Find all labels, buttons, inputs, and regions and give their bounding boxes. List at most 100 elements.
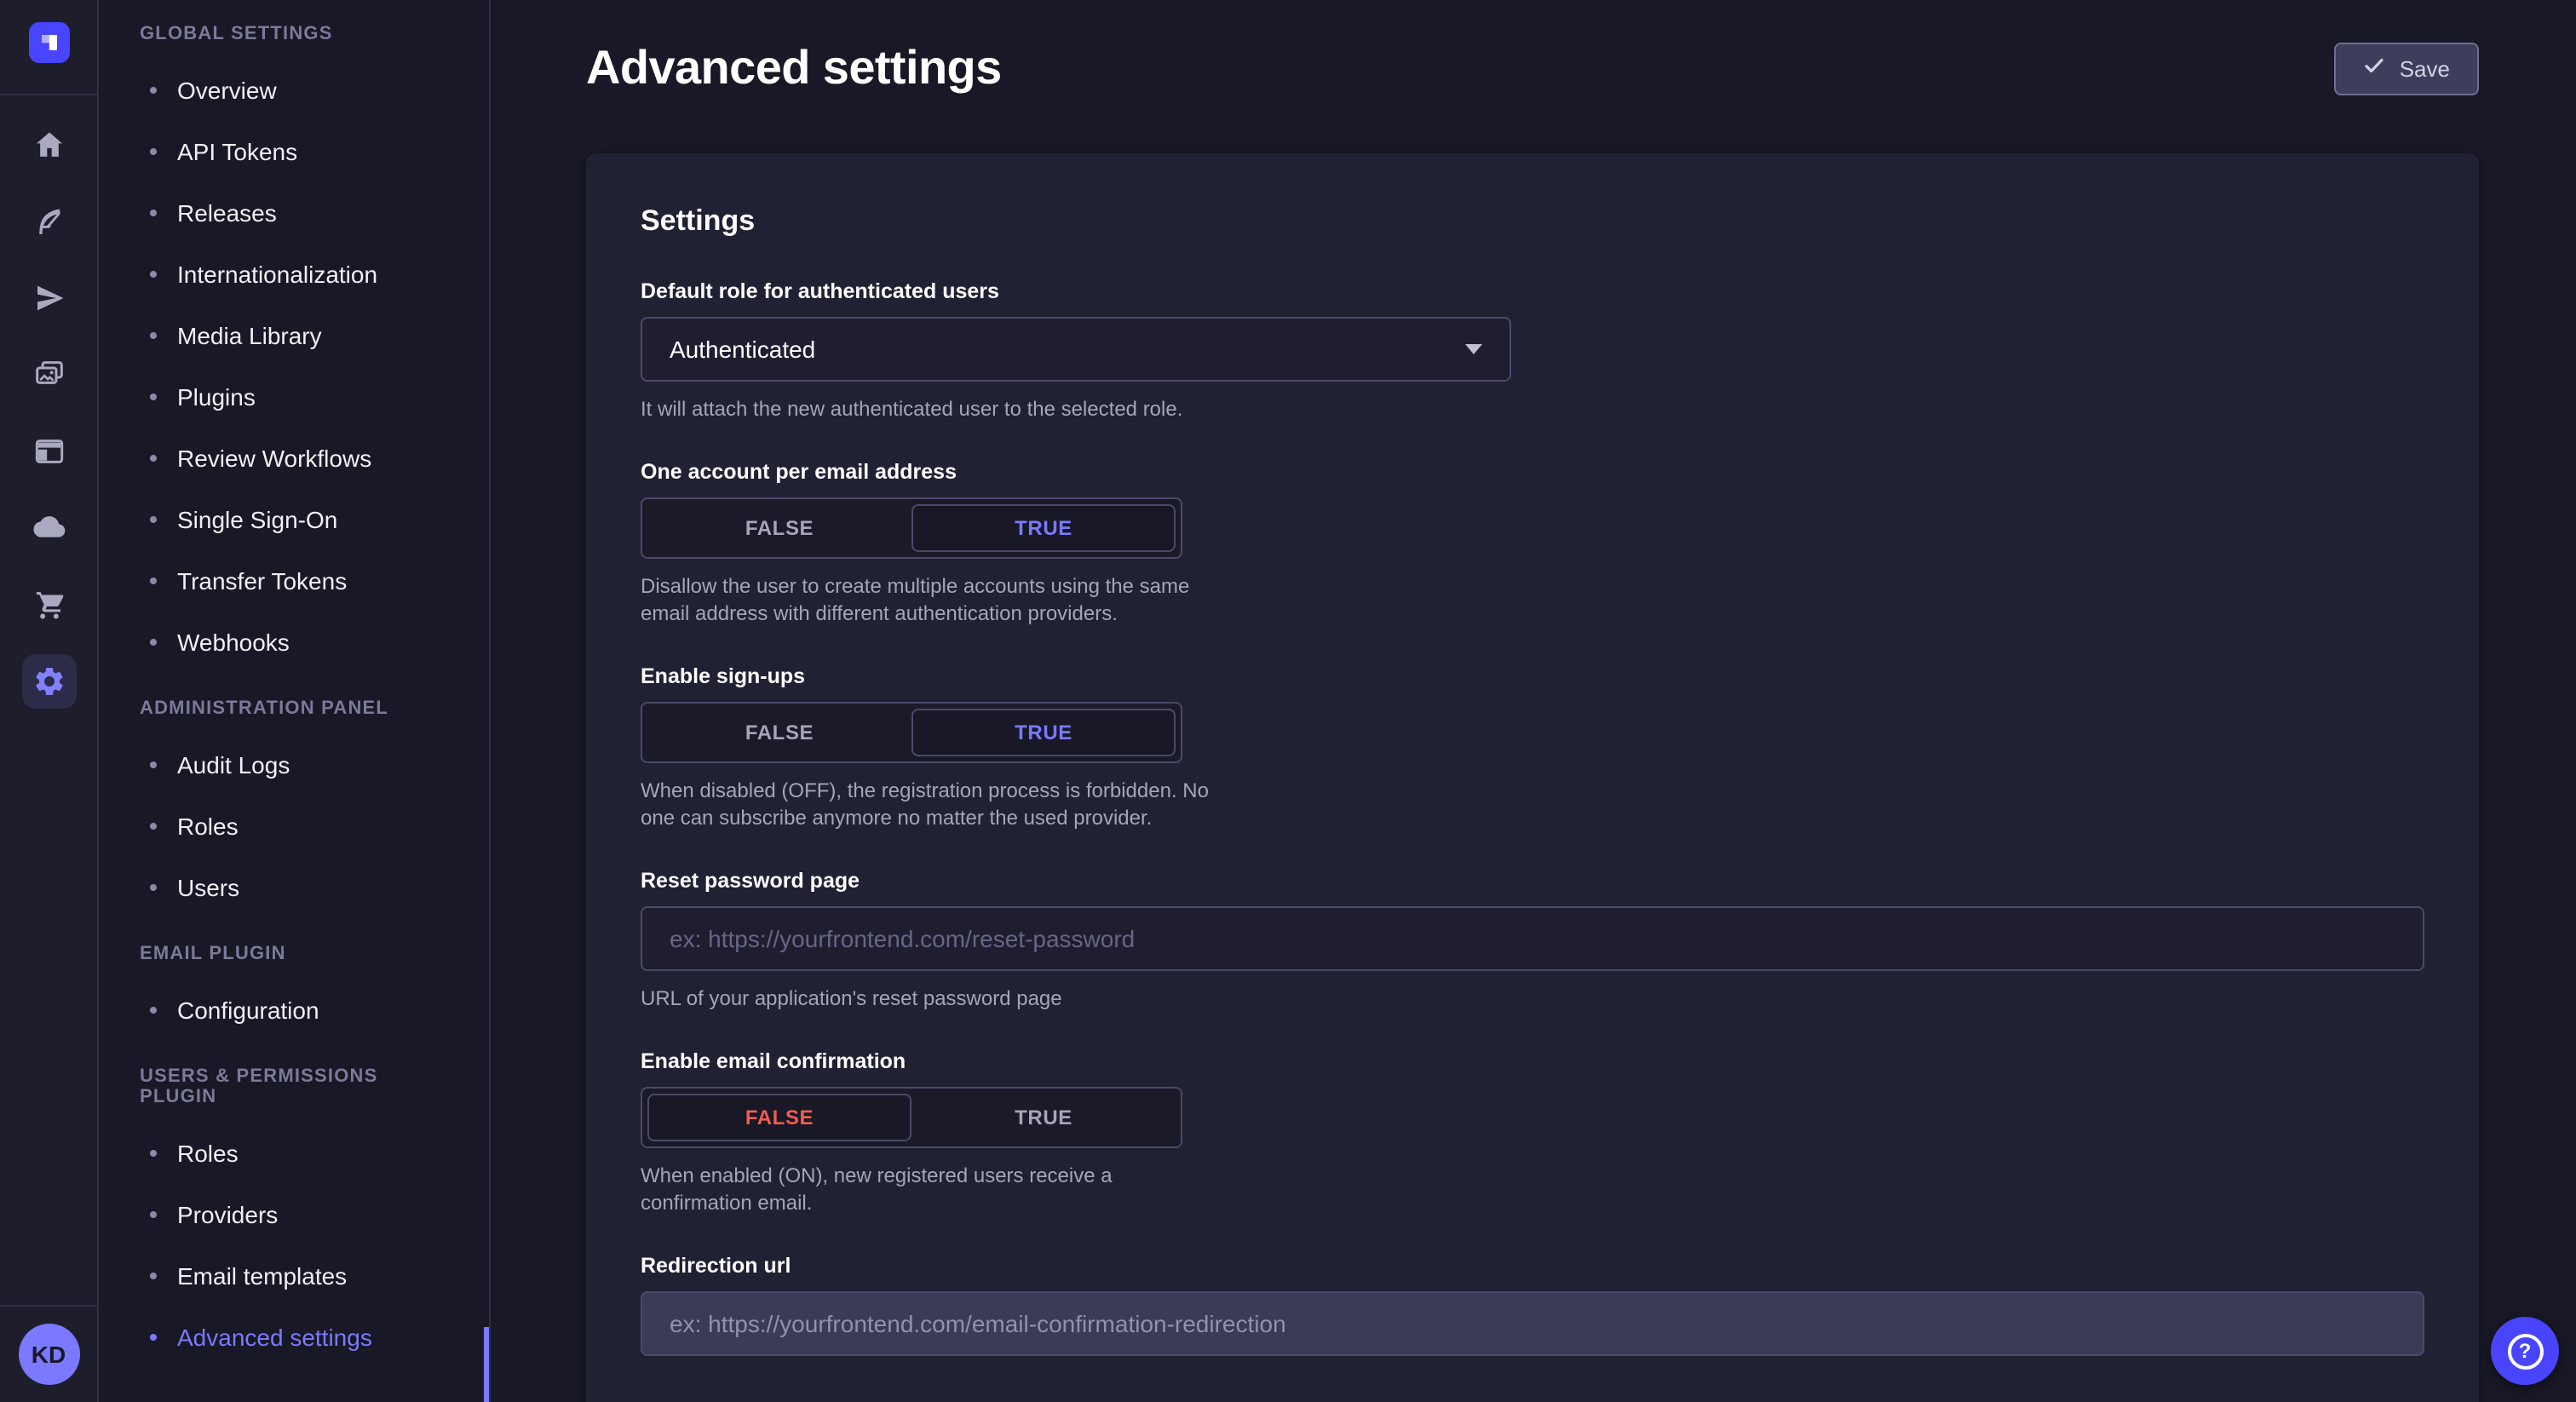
email-confirmation-toggle[interactable]: FALSE TRUE (641, 1087, 1182, 1148)
bullet-icon (150, 1334, 157, 1341)
page-title: Advanced settings (586, 41, 1002, 95)
reset-password-page-input[interactable] (641, 906, 2424, 971)
sidebar-item-label: Internationalization (177, 261, 377, 288)
save-button[interactable]: Save (2335, 42, 2479, 95)
sidebar-item-releases[interactable]: Releases (99, 182, 489, 244)
marketplace-icon[interactable] (21, 577, 76, 632)
sidebar-item-transfer-tokens[interactable]: Transfer Tokens (99, 550, 489, 612)
redirection-url-input[interactable] (641, 1291, 2424, 1356)
sidebar-item-advanced-settings[interactable]: Advanced settings (99, 1307, 489, 1368)
field-enable-signups: Enable sign-ups FALSE TRUE When disabled… (641, 664, 2424, 831)
toggle-false-option[interactable]: FALSE (647, 709, 911, 756)
sidebar-item-audit-logs[interactable]: Audit Logs (99, 734, 489, 796)
content-manager-icon[interactable] (21, 424, 76, 479)
bullet-icon (150, 761, 157, 768)
bullet-icon (150, 1273, 157, 1279)
bullet-icon (150, 1211, 157, 1218)
toggle-true-option[interactable]: TRUE (911, 1094, 1176, 1141)
main-content: Advanced settings Save Settings Default … (491, 0, 2576, 1402)
sidebar-item-email-templates[interactable]: Email templates (99, 1245, 489, 1307)
bullet-icon (150, 455, 157, 462)
default-role-select[interactable]: Authenticated (641, 317, 1511, 382)
home-icon[interactable] (21, 118, 76, 172)
bullet-icon (150, 516, 157, 523)
sidebar-item-up-roles[interactable]: Roles (99, 1123, 489, 1184)
sidebar-item-single-sign-on[interactable]: Single Sign-On (99, 489, 489, 550)
bullet-icon (150, 148, 157, 155)
field-redirection-url: Redirection url (641, 1254, 2424, 1356)
bullet-icon (150, 332, 157, 339)
sidebar-item-label: Roles (177, 813, 239, 840)
sidebar-item-label: Configuration (177, 997, 319, 1024)
rail-footer: KD (0, 1305, 97, 1402)
bullet-icon (150, 577, 157, 584)
send-icon[interactable] (21, 271, 76, 325)
sidebar-item-label: Email templates (177, 1262, 347, 1290)
field-default-role: Default role for authenticated users Aut… (641, 279, 2424, 422)
bullet-icon (150, 394, 157, 400)
feather-icon[interactable] (21, 194, 76, 249)
toggle-true-option[interactable]: TRUE (911, 504, 1176, 552)
field-hint: When enabled (ON), new registered users … (641, 1162, 1210, 1216)
sidebar-item-admin-roles[interactable]: Roles (99, 796, 489, 857)
strapi-logo-icon (28, 22, 69, 72)
field-one-account: One account per email address FALSE TRUE… (641, 460, 2424, 627)
sidebar-item-email-configuration[interactable]: Configuration (99, 980, 489, 1041)
cloud-icon[interactable] (21, 501, 76, 555)
sidebar-item-webhooks[interactable]: Webhooks (99, 612, 489, 673)
sidebar-item-media-library[interactable]: Media Library (99, 305, 489, 366)
sidebar-item-label: Overview (177, 77, 277, 104)
check-icon (2364, 55, 2386, 82)
sidebar-item-review-workflows[interactable]: Review Workflows (99, 428, 489, 489)
field-hint: Disallow the user to create multiple acc… (641, 572, 1210, 627)
nav-section-heading: USERS & PERMISSIONS PLUGIN (99, 1066, 489, 1107)
workspace-logo-button[interactable] (0, 0, 97, 95)
field-label: Default role for authenticated users (641, 279, 2424, 303)
field-label: Enable sign-ups (641, 664, 2424, 688)
field-label: Redirection url (641, 1254, 2424, 1278)
toggle-true-option[interactable]: TRUE (911, 709, 1176, 756)
field-hint: When disabled (OFF), the registration pr… (641, 777, 1210, 831)
sidebar-item-admin-users[interactable]: Users (99, 857, 489, 918)
bullet-icon (150, 884, 157, 891)
sidebar-item-label: API Tokens (177, 138, 297, 165)
field-email-confirmation: Enable email confirmation FALSE TRUE Whe… (641, 1049, 2424, 1216)
question-mark-icon: ? (2507, 1333, 2543, 1369)
sidebar-item-api-tokens[interactable]: API Tokens (99, 121, 489, 182)
sidebar-item-plugins[interactable]: Plugins (99, 366, 489, 428)
field-label: Enable email confirmation (641, 1049, 2424, 1073)
field-label: Reset password page (641, 869, 2424, 893)
avatar[interactable]: KD (18, 1324, 79, 1385)
sidebar-item-label: Webhooks (177, 629, 290, 656)
enable-signups-toggle[interactable]: FALSE TRUE (641, 702, 1182, 763)
app-window: KD GLOBAL SETTINGS Overview API Tokens R… (0, 0, 2576, 1402)
sidebar-item-overview[interactable]: Overview (99, 60, 489, 121)
sidebar-item-internationalization[interactable]: Internationalization (99, 244, 489, 305)
icon-rail: KD (0, 0, 99, 1402)
help-button[interactable]: ? (2491, 1317, 2559, 1385)
chevron-down-icon (1465, 344, 1482, 354)
settings-subnav: GLOBAL SETTINGS Overview API Tokens Rele… (99, 0, 491, 1402)
field-hint: It will attach the new authenticated use… (641, 395, 2424, 422)
toggle-false-option[interactable]: FALSE (647, 504, 911, 552)
bullet-icon (150, 1007, 157, 1014)
settings-card-heading: Settings (641, 204, 2424, 238)
bullet-icon (150, 210, 157, 216)
sidebar-item-label: Releases (177, 199, 277, 227)
sidebar-item-label: Single Sign-On (177, 506, 337, 533)
sidebar-item-label: Audit Logs (177, 751, 290, 779)
nav-section-heading: ADMINISTRATION PANEL (99, 698, 489, 719)
bullet-icon (150, 639, 157, 646)
bullet-icon (150, 271, 157, 278)
nav-section-heading: GLOBAL SETTINGS (99, 24, 489, 44)
sidebar-item-label: Review Workflows (177, 445, 371, 472)
toggle-false-option[interactable]: FALSE (647, 1094, 911, 1141)
settings-icon[interactable] (21, 654, 76, 709)
sidebar-item-label: Roles (177, 1140, 239, 1167)
one-account-toggle[interactable]: FALSE TRUE (641, 497, 1182, 559)
page-header: Advanced settings Save (586, 41, 2479, 95)
subnav-scrollbar[interactable] (484, 1327, 489, 1402)
media-library-icon[interactable] (21, 348, 76, 402)
bullet-icon (150, 87, 157, 94)
sidebar-item-providers[interactable]: Providers (99, 1184, 489, 1245)
